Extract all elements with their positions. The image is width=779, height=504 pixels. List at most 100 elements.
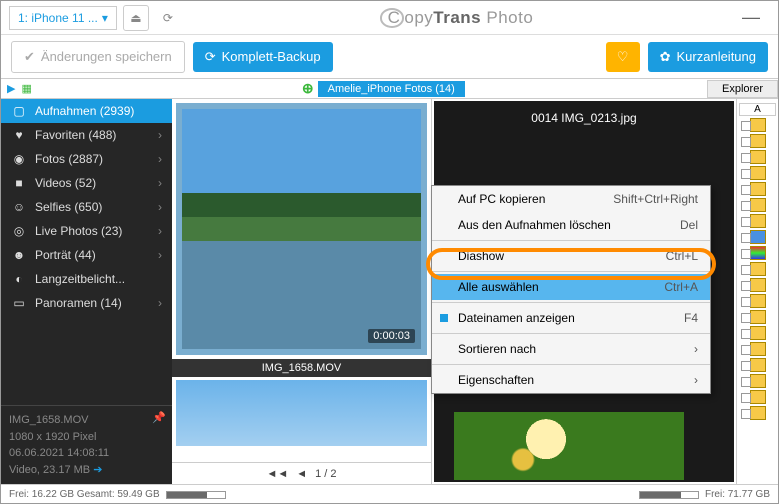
sidebar-item-fotos[interactable]: ◉Fotos (2887)›: [1, 147, 172, 171]
ctx-slideshow[interactable]: DiashowCtrl+L: [432, 243, 710, 269]
play-icon[interactable]: ▶: [7, 82, 15, 95]
device-dropdown[interactable]: 1: iPhone 11 ... ▾: [9, 6, 117, 30]
film-frame[interactable]: [750, 214, 766, 228]
hint-button[interactable]: ♡: [606, 42, 640, 72]
film-frame[interactable]: [750, 198, 766, 212]
device-label: 1: iPhone 11 ...: [18, 11, 98, 25]
film-frame[interactable]: [750, 374, 766, 388]
thumbnail-next[interactable]: [176, 380, 427, 446]
status-right: Frei: 71.77 GB: [705, 489, 770, 500]
film-frame[interactable]: [750, 310, 766, 324]
ctx-separator: [432, 364, 710, 365]
video-icon: ■: [11, 176, 27, 190]
page-prev-button[interactable]: ◄: [296, 468, 307, 480]
pin-icon[interactable]: 📌: [152, 410, 166, 427]
ctx-separator: [432, 240, 710, 241]
photo-icon: ◉: [11, 152, 27, 166]
sidebar-item-aufnahmen[interactable]: ▢Aufnahmen (2939): [1, 99, 172, 123]
film-frame[interactable]: [750, 246, 766, 260]
save-label: Änderungen speichern: [41, 49, 172, 64]
film-frame[interactable]: [750, 326, 766, 340]
ctx-properties[interactable]: Eigenschaften›: [432, 367, 710, 393]
heart-icon: ♥: [11, 128, 27, 142]
guide-button[interactable]: ✿ Kurzanleitung: [648, 42, 768, 72]
chevron-right-icon: ›: [694, 373, 698, 387]
ctx-separator: [432, 333, 710, 334]
title-bar: 1: iPhone 11 ... ▾ ⏏ ⟳ CopyTrans Photo —: [1, 1, 778, 35]
film-frame[interactable]: [750, 390, 766, 404]
eject-button[interactable]: ⏏: [123, 5, 149, 31]
ctx-delete[interactable]: Aus den Aufnahmen löschenDel: [432, 212, 710, 238]
add-album-button[interactable]: ⊕: [302, 80, 314, 97]
ctx-sort-by[interactable]: Sortieren nach›: [432, 336, 710, 362]
chevron-right-icon: ›: [158, 296, 162, 310]
icon-row: ▶ ▦ ⊕ Amelie_iPhone Fotos (14) Explorer: [1, 79, 778, 99]
film-frame[interactable]: [750, 150, 766, 164]
chevron-right-icon: ›: [158, 248, 162, 262]
minimize-button[interactable]: —: [732, 7, 770, 28]
guide-label: Kurzanleitung: [677, 49, 757, 64]
preview-filename: 0014 IMG_0213.jpg: [434, 101, 734, 135]
camera-icon: ▢: [11, 104, 27, 118]
duration-badge: 0:00:03: [368, 329, 415, 343]
film-frame[interactable]: [750, 118, 766, 132]
sidebar-item-videos[interactable]: ■Videos (52)›: [1, 171, 172, 195]
film-frame[interactable]: [750, 278, 766, 292]
grid-icon[interactable]: ▦: [21, 82, 31, 95]
chevron-right-icon: ›: [694, 342, 698, 356]
refresh-icon: ⟳: [163, 11, 173, 25]
check-icon: ✔: [24, 49, 35, 65]
sidebar-item-portrait[interactable]: ☻Porträt (44)›: [1, 243, 172, 267]
bulb-icon: ♡: [617, 49, 629, 65]
save-changes-button[interactable]: ✔ Änderungen speichern: [11, 41, 185, 73]
chevron-right-icon: ›: [158, 176, 162, 190]
thumbnail-panel: 0:00:03 IMG_1658.MOV ◄◄ ◄ 1 / 2: [172, 99, 432, 484]
film-frame[interactable]: [750, 166, 766, 180]
backup-label: Komplett-Backup: [222, 49, 321, 64]
sidebar-item-selfies[interactable]: ☺Selfies (650)›: [1, 195, 172, 219]
filmstrip-header: A: [739, 103, 776, 116]
film-frame[interactable]: [750, 342, 766, 356]
thumbnail-image: 0:00:03: [182, 109, 421, 349]
context-menu: Auf PC kopierenShift+Ctrl+Right Aus den …: [431, 185, 711, 394]
eject-icon: ⏏: [130, 11, 141, 25]
app-title: CopyTrans Photo: [181, 8, 732, 28]
sidebar-item-panoramen[interactable]: ▭Panoramen (14)›: [1, 291, 172, 315]
live-icon: ◎: [11, 224, 27, 238]
sidebar-item-favoriten[interactable]: ♥Favoriten (488)›: [1, 123, 172, 147]
ctx-copy-to-pc[interactable]: Auf PC kopierenShift+Ctrl+Right: [432, 186, 710, 212]
explorer-filmstrip: A: [736, 99, 778, 484]
ctx-show-filenames[interactable]: Dateinamen anzeigenF4: [432, 305, 710, 331]
film-frame[interactable]: [750, 294, 766, 308]
explorer-tab[interactable]: Explorer: [707, 80, 778, 98]
long-exposure-icon: ◐: [11, 272, 27, 286]
film-frame[interactable]: [750, 358, 766, 372]
sidebar: ▢Aufnahmen (2939) ♥Favoriten (488)› ◉Fot…: [1, 99, 172, 484]
status-bar: Frei: 16.22 GB Gesamt: 59.49 GB Frei: 71…: [1, 484, 778, 504]
film-frame[interactable]: [750, 182, 766, 196]
ctx-separator: [432, 302, 710, 303]
refresh-icon: ⟳: [205, 49, 216, 65]
file-metadata: 📌 IMG_1658.MOV 1080 x 1920 Pixel 06.06.2…: [1, 405, 172, 484]
thumbnail-selected[interactable]: 0:00:03: [176, 103, 427, 355]
portrait-icon: ☻: [11, 248, 27, 262]
sidebar-item-livephotos[interactable]: ◎Live Photos (23)›: [1, 219, 172, 243]
page-controls: ◄◄ ◄ 1 / 2: [172, 462, 431, 484]
ctx-select-all[interactable]: Alle auswählenCtrl+A: [432, 274, 710, 300]
selfie-icon: ☺: [11, 200, 27, 214]
toolbar: ✔ Änderungen speichern ⟳ Komplett-Backup…: [1, 35, 778, 79]
film-frame[interactable]: [750, 134, 766, 148]
chevron-right-icon: ›: [158, 200, 162, 214]
preview-thumbnail[interactable]: [454, 412, 684, 480]
gear-icon: ✿: [660, 49, 671, 65]
album-tab[interactable]: Amelie_iPhone Fotos (14): [318, 81, 465, 97]
film-frame[interactable]: [750, 230, 766, 244]
sidebar-item-langzeit[interactable]: ◐Langzeitbelicht...: [1, 267, 172, 291]
film-frame[interactable]: [750, 262, 766, 276]
film-frame[interactable]: [750, 406, 766, 420]
check-icon: [440, 314, 448, 322]
backup-button[interactable]: ⟳ Komplett-Backup: [193, 42, 333, 72]
storage-gauge-left: [166, 491, 226, 499]
refresh-button[interactable]: ⟳: [155, 5, 181, 31]
page-first-button[interactable]: ◄◄: [266, 468, 288, 480]
